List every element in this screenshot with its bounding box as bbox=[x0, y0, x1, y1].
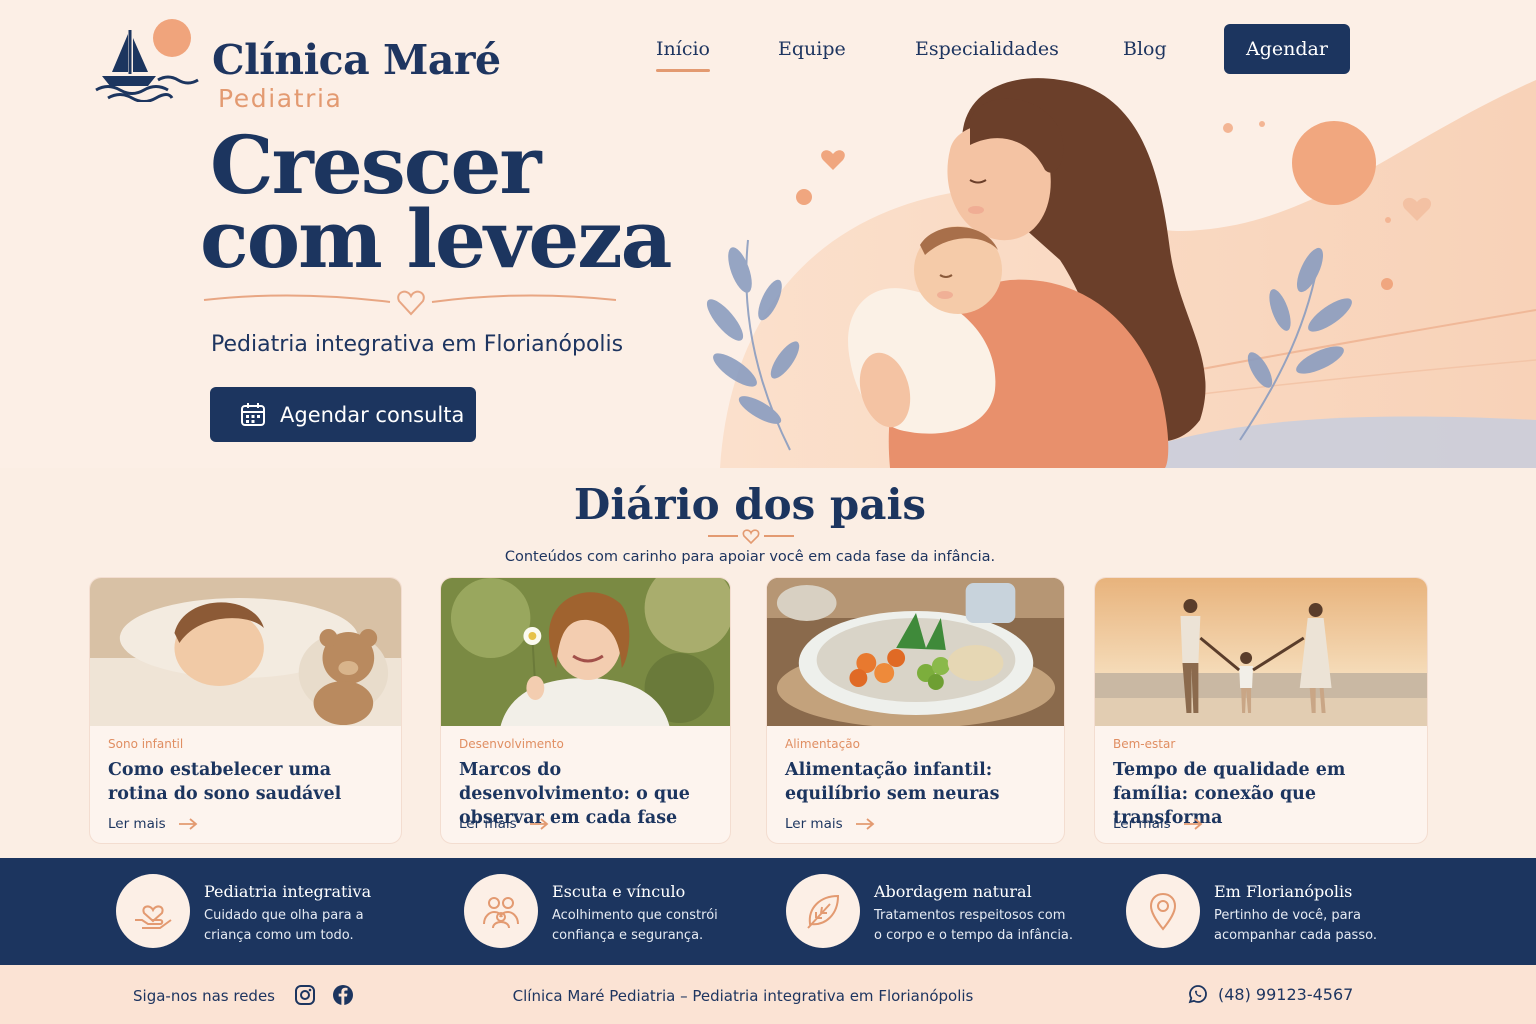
clinic-logo[interactable]: Clínica Maré Pediatria bbox=[92, 18, 501, 111]
smiling-child-flower-photo bbox=[441, 578, 730, 726]
feature-title: Escuta e vínculo bbox=[552, 882, 686, 901]
leaf-icon bbox=[807, 894, 840, 929]
read-more-label: Ler mais bbox=[785, 816, 843, 832]
read-more-link[interactable]: Ler mais bbox=[785, 816, 875, 832]
feature-description: Tratamentos respeitosos com o corpo e o … bbox=[874, 908, 1074, 943]
schedule-appointment-label: Agendar consulta bbox=[280, 402, 465, 427]
map-pin-icon bbox=[1149, 892, 1177, 931]
blog-section-title: Diário dos pais bbox=[573, 480, 927, 529]
whatsapp-icon bbox=[1188, 985, 1207, 1004]
nav-item-inicio[interactable]: Início bbox=[656, 38, 710, 72]
nav-item-blog[interactable]: Blog bbox=[1123, 38, 1167, 60]
sleeping-child-photo bbox=[90, 578, 401, 726]
heart-hand-icon bbox=[135, 905, 172, 929]
hero-headline-line1: Crescer bbox=[210, 118, 542, 212]
card-category: Sono infantil bbox=[108, 737, 184, 751]
heart-divider bbox=[203, 290, 616, 316]
calendar-icon bbox=[241, 402, 265, 426]
arrow-right-icon bbox=[178, 818, 198, 830]
whatsapp-contact-link[interactable]: (48) 99123-4567 bbox=[1187, 983, 1353, 1005]
blog-card-family[interactable]: Bem-estar Tempo de qualidade em família:… bbox=[1094, 577, 1428, 844]
feature-title: Pediatria integrativa bbox=[204, 882, 372, 901]
feature-title: Em Florianópolis bbox=[1214, 882, 1353, 901]
feature-icon-circle bbox=[786, 874, 860, 948]
feature-description: Pertinho de você, para acompanhar cada p… bbox=[1214, 908, 1377, 943]
arrow-right-icon bbox=[1183, 818, 1203, 830]
hero-section: Clínica Maré Pediatria Início Equipe Esp… bbox=[0, 0, 1536, 468]
hero-subtitle: Pediatria integrativa em Florianópolis bbox=[211, 332, 624, 357]
card-category: Desenvolvimento bbox=[459, 737, 564, 751]
mother-baby-illustration bbox=[706, 78, 1536, 468]
read-more-label: Ler mais bbox=[1113, 816, 1171, 832]
brand-name: Clínica Maré bbox=[212, 36, 501, 84]
blog-section-subtitle: Conteúdos com carinho para apoiar você e… bbox=[504, 549, 996, 565]
phone-number: (48) 99123-4567 bbox=[1218, 984, 1354, 1004]
nav-item-equipe[interactable]: Equipe bbox=[778, 38, 846, 60]
schedule-nav-button[interactable]: Agendar bbox=[1224, 24, 1350, 74]
feature-icon-circle bbox=[464, 874, 538, 948]
sailboat-sun-icon bbox=[95, 19, 199, 102]
family-beach-photo bbox=[1095, 578, 1427, 726]
read-more-label: Ler mais bbox=[108, 816, 166, 832]
arrow-right-icon bbox=[529, 818, 549, 830]
hero-headline: Crescer com leveza bbox=[200, 118, 673, 286]
card-category: Alimentação bbox=[785, 737, 860, 751]
heart-divider-small bbox=[708, 529, 794, 545]
blog-card-development[interactable]: Desenvolvimento Marcos do desenvolviment… bbox=[440, 577, 731, 844]
read-more-label: Ler mais bbox=[459, 816, 517, 832]
blog-card-sleep[interactable]: Sono infantil Como estabelecer uma rotin… bbox=[89, 577, 402, 844]
read-more-link[interactable]: Ler mais bbox=[108, 816, 198, 832]
card-category: Bem-estar bbox=[1113, 737, 1176, 751]
nav-item-especialidades[interactable]: Especialidades bbox=[915, 38, 1059, 60]
brand-subtitle: Pediatria bbox=[218, 84, 343, 113]
footer: Siga-nos nas redes Clínica Maré Pediatri… bbox=[0, 965, 1536, 1024]
card-title: Alimentação infantil: equilíbrio sem neu… bbox=[785, 760, 1000, 804]
hero-headline-line2: com leveza bbox=[200, 192, 673, 286]
arrow-right-icon bbox=[855, 818, 875, 830]
feature-description: Cuidado que olha para a criança como um … bbox=[204, 908, 364, 943]
blog-card-nutrition[interactable]: Alimentação Alimentação infantil: equilí… bbox=[766, 577, 1065, 844]
feature-title: Abordagem natural bbox=[874, 882, 1032, 901]
features-band: Pediatria integrativa Cuidado que olha p… bbox=[0, 858, 1536, 965]
card-title: Como estabelecer uma rotina do sono saud… bbox=[108, 760, 342, 804]
feature-icon-circle bbox=[1126, 874, 1200, 948]
read-more-link[interactable]: Ler mais bbox=[459, 816, 549, 832]
read-more-link[interactable]: Ler mais bbox=[1113, 816, 1203, 832]
feature-icon-circle bbox=[116, 874, 190, 948]
people-icon bbox=[483, 897, 519, 929]
feature-description: Acolhimento que constrói confiança e seg… bbox=[552, 908, 718, 943]
healthy-bowl-photo bbox=[767, 578, 1064, 726]
schedule-appointment-button[interactable]: Agendar consulta bbox=[210, 387, 476, 442]
